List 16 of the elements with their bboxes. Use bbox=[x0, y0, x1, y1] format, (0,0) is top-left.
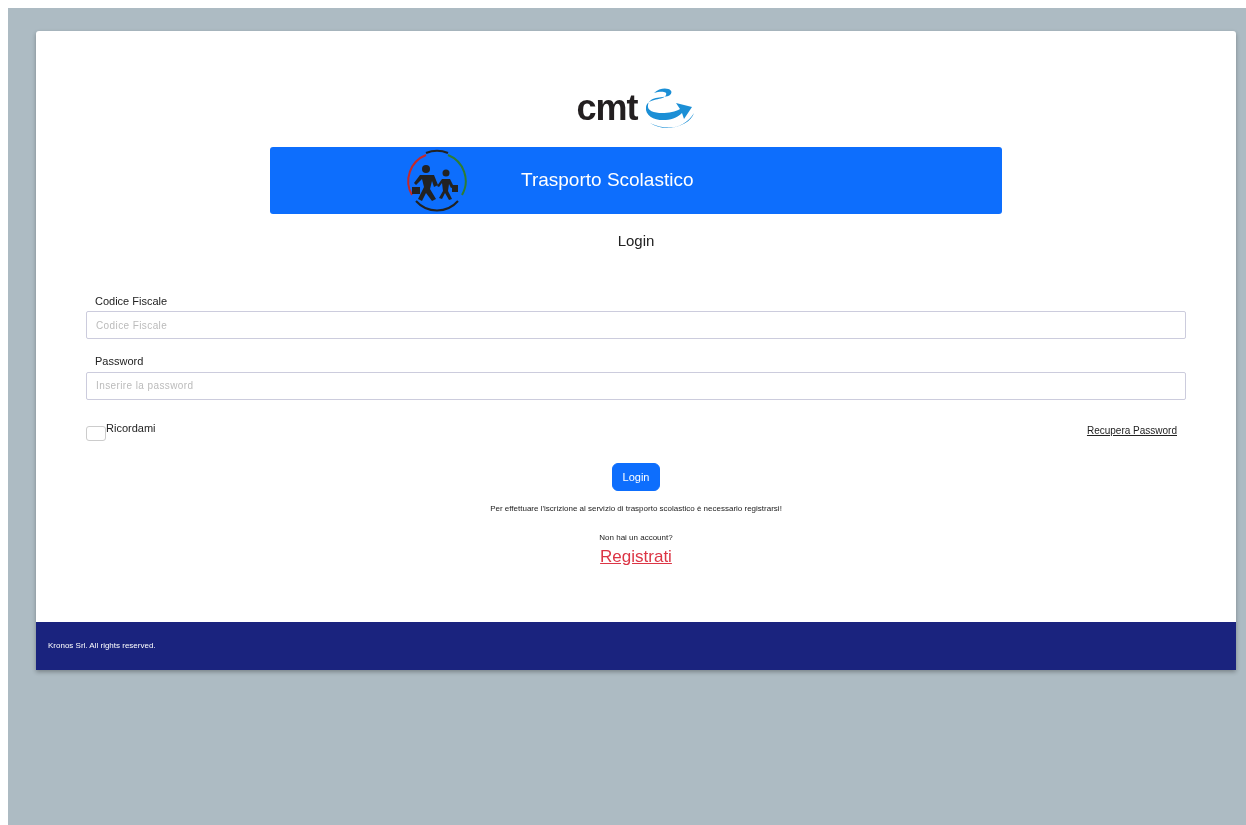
recover-password-link[interactable]: Recupera Password bbox=[1086, 422, 1177, 438]
login-heading: Login bbox=[616, 231, 656, 251]
logo-text: cmt bbox=[576, 90, 638, 126]
input-field[interactable]: Codice Fiscale bbox=[86, 311, 1186, 339]
input-field[interactable]: Inserire la password bbox=[86, 371, 1186, 400]
register-link[interactable]: Registrati bbox=[600, 547, 672, 566]
field-label: Codice Fiscale bbox=[95, 293, 169, 309]
notice-text: Per effettuare l'iscrizione al servizio di trasporto scolastico è necessario registrarsi! bbox=[489, 503, 783, 515]
children-running-icon bbox=[404, 148, 468, 213]
login-button[interactable]: Login bbox=[611, 462, 661, 491]
no-account-text: Non hai un account? bbox=[598, 532, 674, 544]
checkbox[interactable] bbox=[86, 425, 106, 441]
copyright-text: Kronos Srl. All rights reserved. bbox=[48, 639, 156, 652]
banner-title: Trasporto Scolastico bbox=[521, 168, 694, 193]
field-label: Password bbox=[95, 354, 145, 369]
checkbox-label: Ricordami bbox=[106, 420, 156, 436]
